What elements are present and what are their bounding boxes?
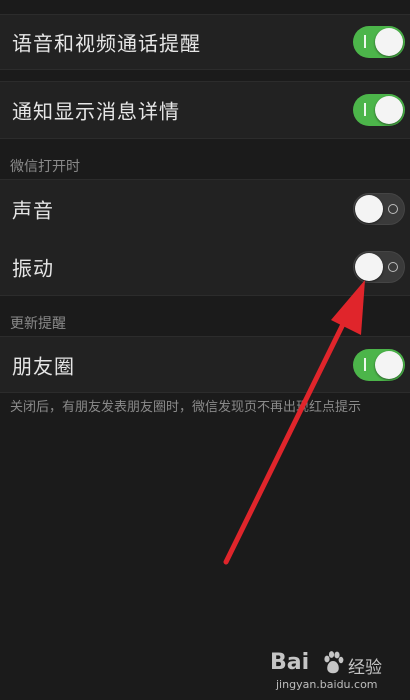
toggle-on-mark-icon (364, 103, 366, 116)
watermark-url: jingyan.baidu.com (276, 678, 378, 691)
update-section-title: 更新提醒 (10, 316, 66, 332)
when-open-section-title: 微信打开时 (10, 159, 80, 175)
toggle-on-mark-icon (364, 35, 366, 48)
watermark-product: 经验 (348, 658, 382, 678)
moments-row[interactable]: 朋友圈 (0, 336, 410, 393)
voice-video-reminder-label: 语音和视频通话提醒 (12, 31, 201, 56)
notification-settings-screen: 语音和视频通话提醒 通知显示消息详情 微信打开时 声音 振动 更新提醒 朋友圈 … (0, 0, 410, 700)
moments-footnote: 关闭后，有朋友发表朋友圈时，微信发现页不再出现红点提示 (10, 400, 362, 415)
toggle-off-mark-icon (388, 204, 398, 214)
baidu-paw-icon (324, 651, 344, 674)
show-message-details-label: 通知显示消息详情 (12, 99, 180, 124)
toggle-knob (375, 28, 403, 56)
show-message-details-row[interactable]: 通知显示消息详情 (0, 81, 410, 139)
voice-video-reminder-toggle[interactable] (353, 26, 405, 58)
sound-toggle[interactable] (353, 193, 405, 225)
vibrate-label: 振动 (12, 256, 54, 280)
toggle-knob (355, 252, 383, 281)
toggle-knob (375, 350, 403, 379)
moments-toggle[interactable] (353, 348, 405, 381)
sound-row[interactable]: 声音 (0, 179, 410, 238)
watermark-brand: Bai (270, 650, 310, 675)
show-message-details-toggle[interactable] (353, 94, 405, 126)
baidu-jingyan-watermark: Bai 经验 jingyan.baidu.com (270, 648, 400, 696)
sound-label: 声音 (12, 198, 54, 223)
toggle-knob (355, 195, 383, 223)
vibrate-toggle[interactable] (353, 250, 405, 283)
toggle-knob (375, 96, 403, 124)
vibrate-row[interactable]: 振动 (0, 238, 410, 296)
toggle-off-mark-icon (388, 261, 398, 272)
toggle-on-mark-icon (364, 357, 366, 371)
voice-video-reminder-row[interactable]: 语音和视频通话提醒 (0, 14, 410, 70)
moments-label: 朋友圈 (12, 354, 75, 378)
